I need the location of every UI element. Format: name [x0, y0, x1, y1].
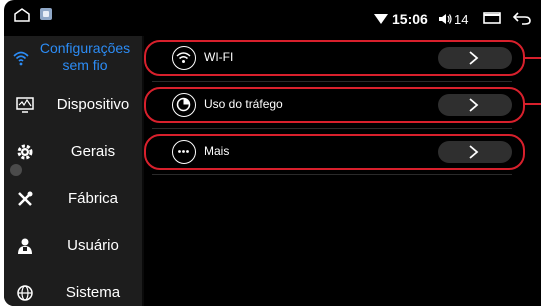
more-label: Mais — [204, 144, 230, 158]
gear-icon — [17, 144, 33, 160]
clock: 15:06 — [392, 11, 428, 27]
sidebar-item-label: Gerais — [70, 143, 116, 160]
back-icon[interactable] — [512, 10, 532, 26]
more-icon — [172, 140, 196, 164]
volume-icon[interactable] — [438, 12, 452, 26]
wifi-signal-icon — [374, 14, 388, 24]
traffic-usage-open-button[interactable] — [438, 94, 512, 116]
sidebar-item-label: Fábrica — [67, 190, 119, 207]
sidebar-item-user[interactable]: Usuário — [4, 223, 142, 269]
traffic-usage-label: Uso do tráfego — [204, 97, 283, 111]
sidebar-item-label: Configurações sem fio — [39, 40, 131, 73]
sidebar-item-label: Dispositivo — [56, 96, 130, 113]
traffic-usage-row[interactable]: Uso do tráfego — [144, 87, 525, 123]
row-divider — [152, 128, 512, 129]
sidebar-item-device[interactable]: Dispositivo — [4, 82, 142, 128]
window-icon[interactable] — [482, 10, 502, 26]
wifi-label: WI-FI — [204, 50, 234, 64]
status-bar: 15:06 14 — [4, 0, 541, 36]
sidebar-divider — [142, 36, 144, 306]
more-open-button[interactable] — [438, 141, 512, 163]
row-divider — [152, 174, 512, 175]
traffic-icon — [172, 93, 196, 117]
sidebar-item-wireless[interactable]: Configurações sem fio — [4, 36, 142, 80]
annotation-pointer — [524, 103, 541, 105]
wifi-row[interactable]: WI-FI — [144, 40, 525, 76]
monitor-icon — [16, 97, 34, 113]
volume-value: 14 — [454, 12, 469, 27]
annotation-pointer — [524, 57, 541, 59]
sidebar-item-system[interactable]: Sistema — [4, 270, 142, 306]
wifi-open-button[interactable] — [438, 47, 512, 69]
chevron-right-icon — [469, 98, 479, 112]
more-row[interactable]: Mais — [144, 134, 525, 170]
sidebar-item-factory[interactable]: Fábrica — [4, 176, 142, 222]
sidebar-item-general[interactable]: Gerais — [4, 129, 142, 175]
sidebar-item-label: Usuário — [67, 237, 119, 254]
floating-dot[interactable] — [10, 164, 22, 176]
sidebar-item-label: Sistema — [65, 284, 121, 301]
user-icon — [18, 238, 32, 254]
tools-icon — [18, 191, 33, 206]
sidebar: Configurações sem fio Dispositivo Gerais — [4, 36, 142, 306]
chevron-right-icon — [469, 51, 479, 65]
row-divider — [152, 81, 512, 82]
globe-icon — [17, 285, 33, 301]
wifi-icon — [172, 46, 196, 70]
wifi-icon — [13, 51, 29, 66]
app-icon — [40, 8, 52, 20]
screen: 15:06 14 Configurações sem fio Dispositi… — [4, 0, 541, 306]
home-icon[interactable] — [14, 8, 30, 22]
chevron-right-icon — [469, 145, 479, 159]
